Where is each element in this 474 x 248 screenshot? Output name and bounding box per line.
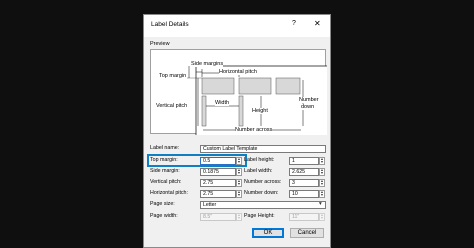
label-shape-3 xyxy=(275,77,301,95)
chevron-down-icon[interactable]: ▾ xyxy=(319,201,322,208)
top-margin-input[interactable]: 0.5 xyxy=(200,157,236,165)
label-width-spinner[interactable]: ▲ ▼ xyxy=(319,168,325,176)
vertical-pitch-label: Vertical pitch: xyxy=(150,179,182,185)
vertical-pitch-input[interactable]: 2.75 xyxy=(200,179,236,187)
label-height-spinner[interactable]: ▲ ▼ xyxy=(319,157,325,165)
preview-height-label: Height xyxy=(252,108,268,114)
preview-vertical-pitch-label: Vertical pitch xyxy=(156,103,188,109)
page-height-input: 11" xyxy=(289,213,319,221)
side-margin-label: Side margin: xyxy=(150,168,180,174)
number-down-spinner[interactable]: ▲ ▼ xyxy=(319,190,325,198)
label-shape-1 xyxy=(201,77,235,95)
page-width-label: Page width: xyxy=(150,213,178,219)
page-width-spinner: ▲ ▼ xyxy=(236,213,242,221)
label-height-input[interactable]: 1 xyxy=(289,157,319,165)
preview-top-margin-label: Top margin xyxy=(159,73,187,79)
number-down-label: Number down: xyxy=(244,190,279,196)
label-column-2 xyxy=(238,95,244,127)
vertical-pitch-spinner[interactable]: ▲ ▼ xyxy=(236,179,242,187)
preview-horizontal-pitch-label: Horizontal pitch xyxy=(219,69,257,75)
label-width-input[interactable]: 2.625 xyxy=(289,168,319,176)
page-size-select[interactable]: Letter xyxy=(200,201,326,209)
preview-number-across-label: Number across xyxy=(235,127,273,133)
page-height-spinner: ▲ ▼ xyxy=(319,213,325,221)
label-details-dialog: Label Details ? ✕ Preview Side margins H… xyxy=(143,14,331,248)
label-width-label: Label width: xyxy=(244,168,273,174)
side-margin-input[interactable]: 0.1875 xyxy=(200,168,236,176)
title-bar: Label Details ? ✕ xyxy=(144,15,330,37)
page-height-label: Page Height: xyxy=(244,213,275,219)
preview-width-label: Width xyxy=(215,100,230,106)
preview-group-label: Preview xyxy=(150,41,170,47)
number-across-label: Number across: xyxy=(244,179,282,185)
preview-diagram: Side margins Horizontal pitch Top margin… xyxy=(150,49,327,135)
dialog-title: Label Details xyxy=(151,21,189,28)
number-across-spinner[interactable]: ▲ ▼ xyxy=(319,179,325,187)
label-shape-2 xyxy=(238,77,272,95)
preview-side-margins-label: Side margins xyxy=(191,61,224,67)
horizontal-pitch-spinner[interactable]: ▲ ▼ xyxy=(236,190,242,198)
horizontal-pitch-label: Horizontal pitch: xyxy=(150,190,188,196)
cancel-button[interactable]: Cancel xyxy=(290,228,324,238)
page-size-label: Page size: xyxy=(150,201,175,207)
top-margin-label: Top margin: xyxy=(150,157,178,163)
label-height-label: Label height: xyxy=(244,157,275,163)
preview-number-down-label-1: Number xyxy=(299,97,319,103)
label-name-input[interactable]: Custom Label Template xyxy=(200,145,326,153)
help-icon[interactable]: ? xyxy=(292,20,296,27)
label-name-label: Label name: xyxy=(150,145,180,151)
number-down-input[interactable]: 10 xyxy=(289,190,319,198)
side-margin-spinner[interactable]: ▲ ▼ xyxy=(236,168,242,176)
preview-number-down-label-2: down xyxy=(301,104,315,110)
horizontal-pitch-input[interactable]: 2.75 xyxy=(200,190,236,198)
close-icon[interactable]: ✕ xyxy=(314,19,321,28)
preview-drawing xyxy=(187,65,327,135)
ok-button[interactable]: OK xyxy=(252,228,284,238)
page-width-input: 8.5" xyxy=(200,213,236,221)
number-across-input[interactable]: 3 xyxy=(289,179,319,187)
label-column-1 xyxy=(201,95,207,127)
top-margin-spinner[interactable]: ▲ ▼ xyxy=(236,157,242,165)
